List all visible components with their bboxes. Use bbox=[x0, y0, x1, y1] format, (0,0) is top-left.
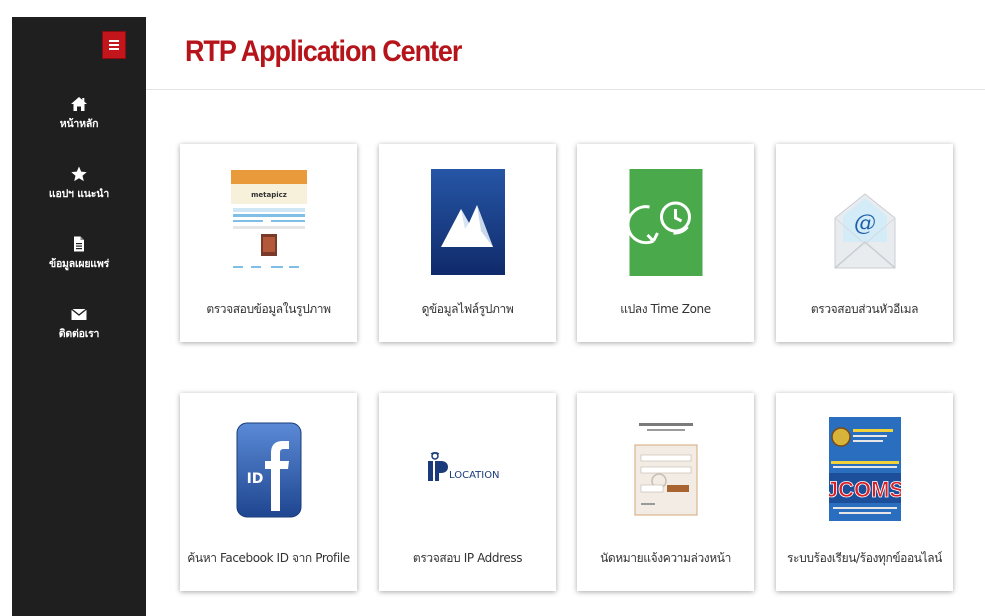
hamburger-icon bbox=[109, 40, 119, 50]
app-card-label: แปลง Time Zone bbox=[620, 302, 711, 316]
sidebar-item-recommended-apps[interactable]: แอปฯ แนะนำ bbox=[12, 165, 146, 202]
app-card-jcoms[interactable]: JCOMS ระบบร้องเรียน/ร้องทุกข์ออนไลน์ bbox=[776, 393, 953, 591]
sidebar-item-label: หน้าหลัก bbox=[59, 118, 99, 130]
app-card-appointment[interactable]: นัดหมายแจ้งความล่วงหน้า bbox=[577, 393, 754, 591]
star-icon bbox=[71, 166, 87, 182]
app-card-label: ดูข้อมูลไฟล์รูปภาพ bbox=[421, 302, 514, 316]
email-envelope-icon: @ bbox=[834, 193, 895, 269]
app-card-facebook-id[interactable]: ID ค้นหา Facebook ID จาก Profile bbox=[180, 393, 357, 591]
email-at-text: @ bbox=[854, 211, 876, 236]
sidebar-item-label: ข้อมูลเผยแพร่ bbox=[48, 258, 110, 270]
metapicz-thumb-text: metapicz bbox=[251, 191, 287, 199]
timezone-clock-icon bbox=[629, 169, 702, 276]
sidebar-item-publications[interactable]: ข้อมูลเผยแพร่ bbox=[12, 235, 146, 272]
sidebar-item-home[interactable]: หน้าหลัก bbox=[12, 95, 146, 132]
app-card-timezone[interactable]: แปลง Time Zone bbox=[577, 144, 754, 342]
sidebar-item-contact[interactable]: ติดต่อเรา bbox=[12, 305, 146, 342]
page-title: RTP Application Center bbox=[185, 35, 462, 68]
app-window: หน้าหลัก แอปฯ แนะนำ ข้อมูลเผยแพร่ ติดต่อ… bbox=[0, 0, 985, 616]
app-card-ip-address[interactable]: LOCATION ตรวจสอบ IP Address bbox=[379, 393, 556, 591]
app-card-label: ระบบร้องเรียน/ร้องทุกข์ออนไลน์ bbox=[787, 551, 942, 565]
app-card-label: นัดหมายแจ้งความล่วงหน้า bbox=[600, 551, 731, 565]
envelope-icon bbox=[71, 308, 87, 320]
app-card-label: ตรวจสอบข้อมูลในรูปภาพ bbox=[206, 302, 331, 316]
jcoms-logo: JCOMS bbox=[828, 417, 901, 521]
jcoms-text: JCOMS bbox=[829, 477, 901, 502]
sidebar-item-label: ติดต่อเรา bbox=[58, 328, 100, 340]
sidebar-item-label: แอปฯ แนะนำ bbox=[48, 188, 110, 200]
app-card-image-metadata[interactable]: metapicz ตรวจสอบข้อมูลในรูปภาพ bbox=[180, 144, 357, 342]
app-card-email-header[interactable]: @ ตรวจสอบส่วนหัวอีเมล bbox=[776, 144, 953, 342]
facebook-id-text: ID bbox=[246, 471, 263, 487]
app-card-label: ตรวจสอบ IP Address bbox=[412, 551, 523, 565]
document-icon bbox=[74, 236, 84, 252]
ip-location-logo: LOCATION bbox=[427, 452, 500, 481]
home-icon bbox=[71, 97, 87, 111]
page-header: RTP Application Center bbox=[146, 17, 985, 90]
sidebar: หน้าหลัก แอปฯ แนะนำ ข้อมูลเผยแพร่ ติดต่อ… bbox=[12, 17, 146, 616]
mountain-photo-icon bbox=[430, 169, 505, 275]
appointment-form-icon bbox=[628, 419, 703, 523]
app-card-photo-file-info[interactable]: ดูข้อมูลไฟล์รูปภาพ bbox=[379, 144, 556, 342]
metapicz-screenshot-icon: metapicz bbox=[230, 170, 307, 272]
facebook-id-icon: ID bbox=[236, 422, 301, 518]
menu-toggle-button[interactable] bbox=[102, 31, 126, 59]
app-grid: metapicz ตรวจสอบข้อมูลในรูปภาพ ดูข้อมูลไ… bbox=[146, 91, 985, 616]
app-card-label: ค้นหา Facebook ID จาก Profile bbox=[187, 551, 350, 565]
app-card-label: ตรวจสอบส่วนหัวอีเมล bbox=[810, 302, 919, 316]
ip-location-text: LOCATION bbox=[449, 470, 500, 481]
